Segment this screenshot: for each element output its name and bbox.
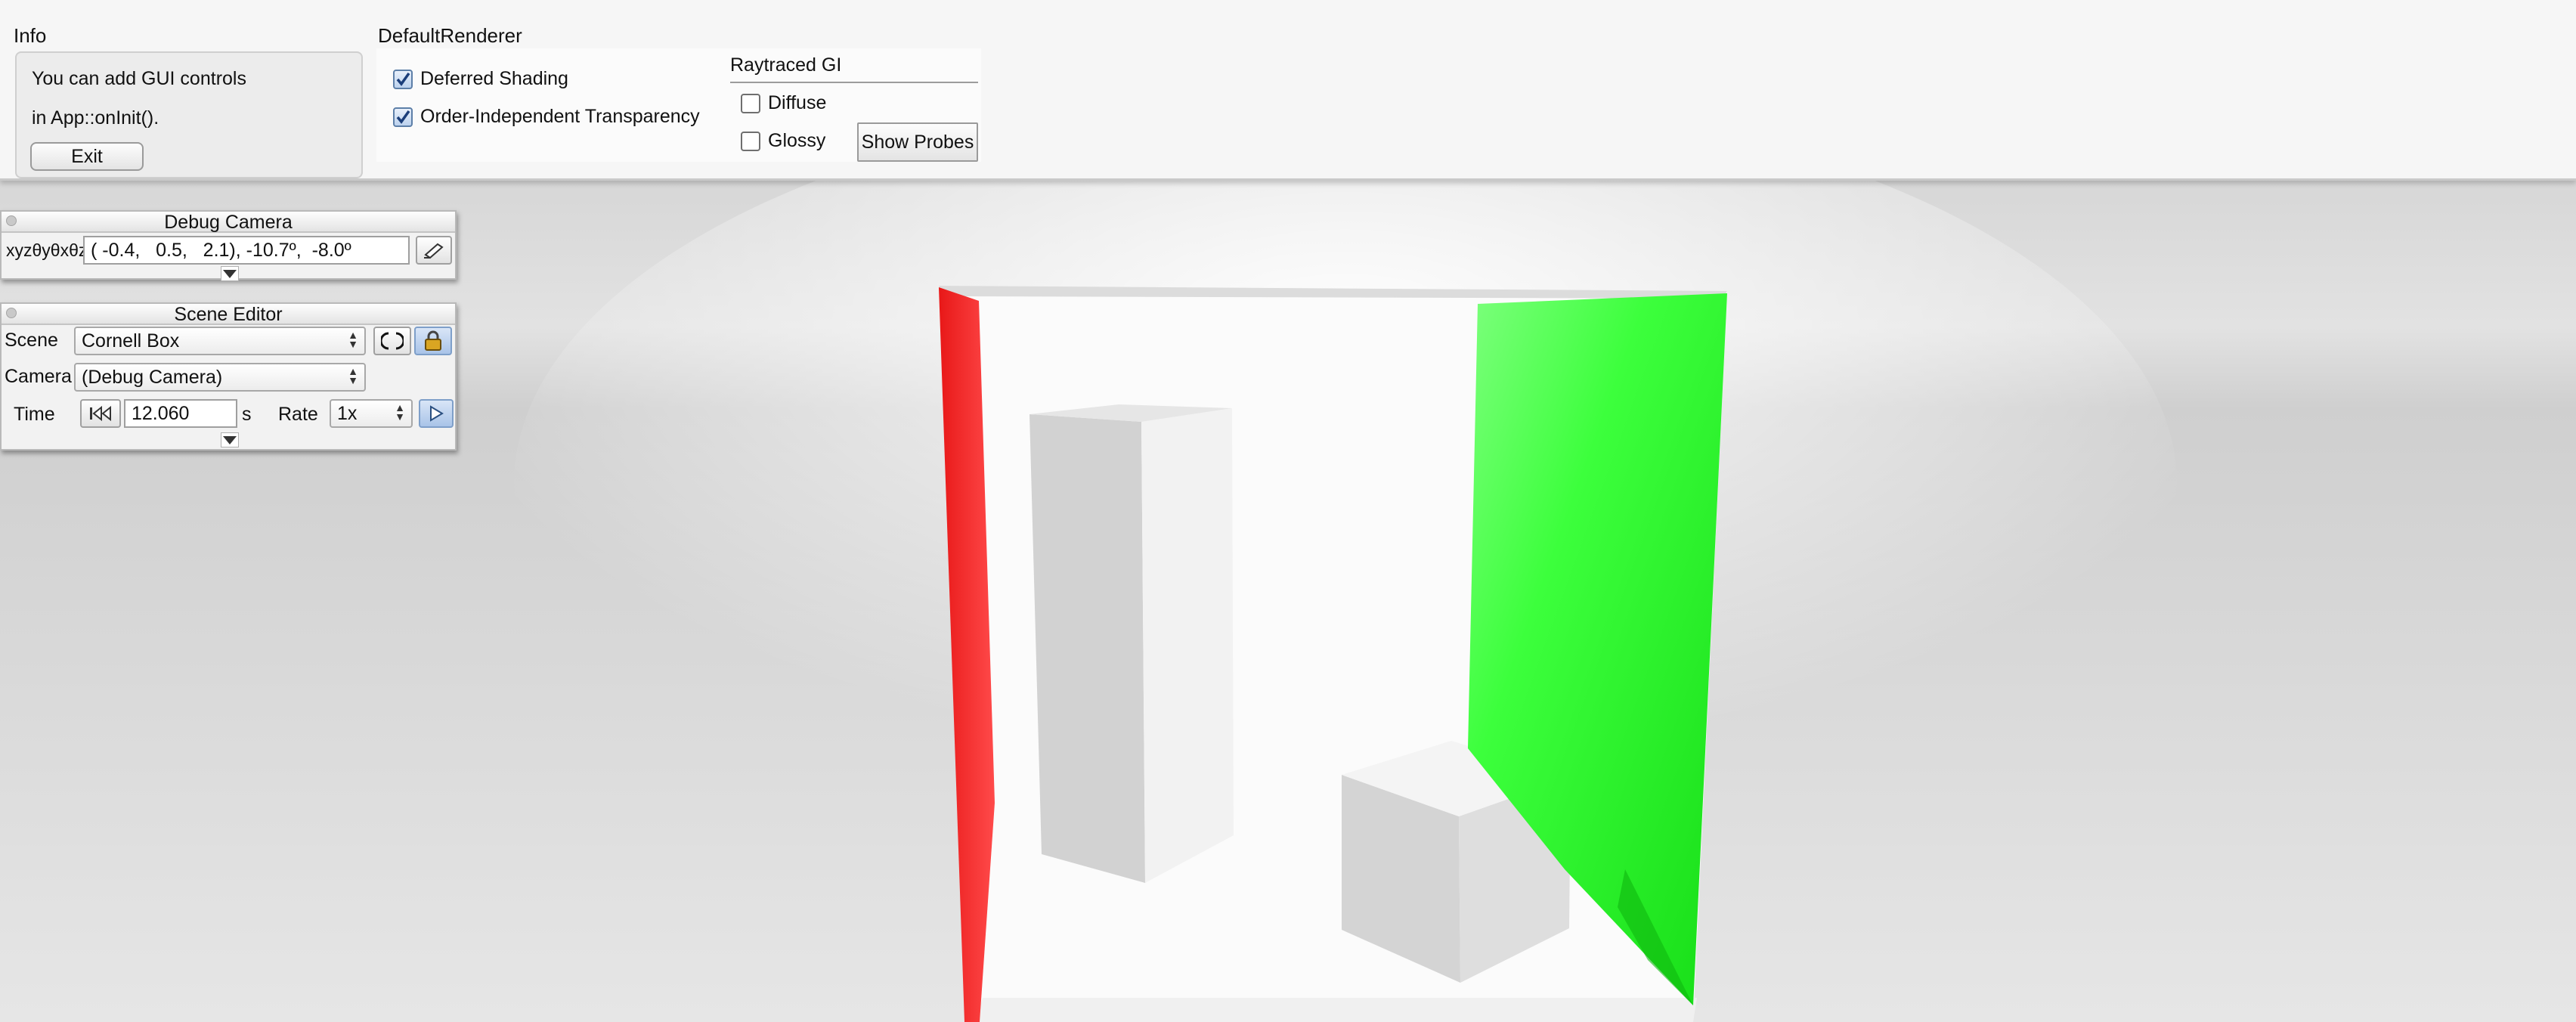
renderer-title: DefaultRenderer [378, 24, 522, 47]
info-text-line1: You can add GUI controls [32, 68, 246, 89]
oit-label: Order-Independent Transparency [420, 106, 700, 127]
debug-camera-panel: Debug Camera xyzθyθxθz ( -0.4, 0.5, 2.1)… [0, 210, 457, 281]
rewind-button[interactable] [80, 399, 121, 428]
info-title: Info [14, 24, 47, 47]
edit-icon [424, 243, 444, 259]
camera-select[interactable]: (Debug Camera) ▲ ▼ [74, 363, 366, 392]
close-icon[interactable] [6, 308, 17, 318]
expand-button[interactable] [221, 432, 239, 448]
scene-select[interactable]: Cornell Box ▲ ▼ [74, 327, 366, 355]
scene-select-value: Cornell Box [82, 330, 180, 352]
checkbox-empty-icon[interactable] [741, 131, 760, 151]
show-probes-button[interactable]: Show Probes [857, 122, 978, 162]
expand-button[interactable] [221, 266, 239, 281]
checkbox-empty-icon[interactable] [741, 93, 760, 113]
info-text-line2: in App::onInit(). [32, 107, 159, 129]
camera-select-value: (Debug Camera) [82, 366, 223, 388]
time-label: Time [14, 404, 55, 425]
play-button[interactable] [419, 399, 454, 428]
close-icon[interactable] [6, 215, 17, 226]
scene-editor-panel: Scene Editor Scene Cornell Box ▲ ▼ Camera… [0, 302, 457, 451]
glossy-label: Glossy [768, 130, 826, 151]
play-icon [430, 405, 444, 422]
updown-arrows-icon: ▲ ▼ [348, 365, 358, 386]
lock-scene-button[interactable] [414, 327, 452, 355]
updown-arrows-icon: ▲ ▼ [348, 329, 358, 350]
debug-camera-title[interactable]: Debug Camera [2, 212, 455, 233]
top-toolbar: Info You can add GUI controls in App::on… [0, 0, 2576, 181]
diffuse-label: Diffuse [768, 92, 827, 113]
deferred-shading-label: Deferred Shading [420, 68, 568, 89]
chevron-down-icon [223, 436, 237, 444]
oit-toggle[interactable]: Order-Independent Transparency [393, 106, 700, 128]
chevron-down-icon [223, 270, 237, 278]
checkbox-checked-icon[interactable] [393, 107, 413, 127]
camera-coordinates-field[interactable]: ( -0.4, 0.5, 2.1), -10.7º, -8.0º [83, 236, 410, 265]
time-field[interactable]: 12.060 [124, 399, 237, 428]
copy-coordinates-button[interactable] [416, 236, 452, 265]
rate-select-value: 1x [337, 402, 358, 424]
reload-scene-button[interactable] [373, 327, 411, 355]
raytraced-gi-divider [730, 82, 978, 83]
scene-label: Scene [5, 330, 58, 351]
reload-icon [381, 332, 404, 350]
diffuse-toggle[interactable]: Diffuse [741, 92, 826, 114]
glossy-toggle[interactable]: Glossy [741, 130, 825, 152]
rate-select[interactable]: 1x ▲ ▼ [330, 399, 413, 428]
updown-arrows-icon: ▲ ▼ [395, 401, 405, 423]
info-panel: You can add GUI controls in App::onInit(… [15, 51, 363, 178]
checkbox-checked-icon[interactable] [393, 69, 413, 89]
exit-button[interactable]: Exit [30, 142, 144, 171]
rate-label: Rate [278, 404, 318, 425]
deferred-shading-toggle[interactable]: Deferred Shading [393, 68, 568, 90]
camera-label: Camera [5, 366, 72, 387]
time-unit: s [242, 404, 252, 425]
scene-editor-title[interactable]: Scene Editor [2, 304, 455, 325]
lock-icon [425, 330, 441, 351]
tall-box [1029, 414, 1145, 883]
coordinate-label: xyzθyθxθz [6, 240, 88, 260]
raytraced-gi-title: Raytraced GI [730, 54, 842, 76]
rewind-icon [90, 405, 111, 422]
